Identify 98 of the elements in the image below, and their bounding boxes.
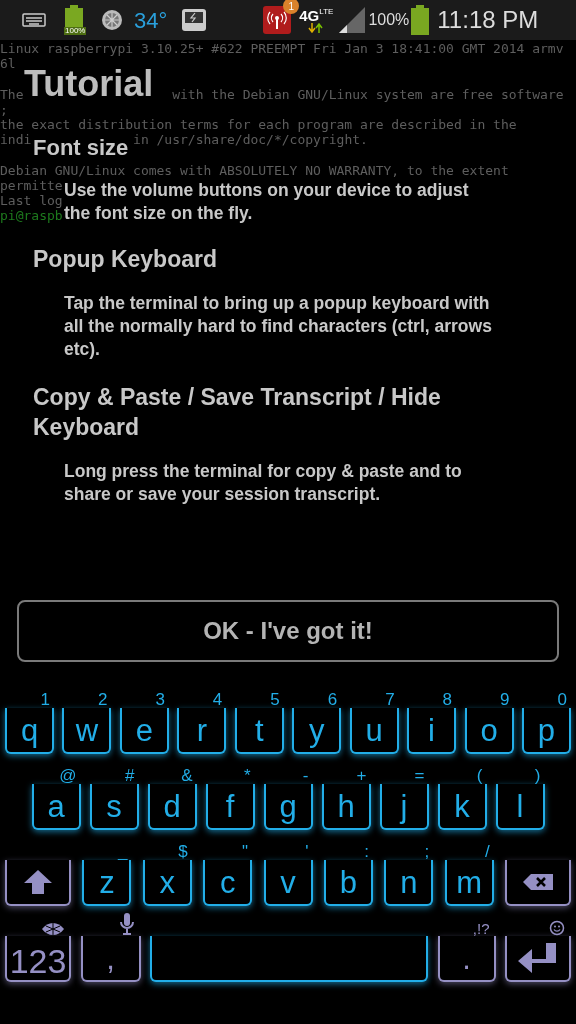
keyboard-icon [22, 13, 46, 27]
key-hint: 4 [212, 691, 223, 708]
key-hint: 6 [327, 691, 338, 708]
terminal-text: Last log [0, 192, 63, 209]
letter-key[interactable]: g [263, 784, 313, 830]
terminal-text: permitte [0, 177, 63, 193]
key-hint: @ [59, 767, 77, 784]
key-hint: 3 [155, 691, 165, 708]
enter-key[interactable] [505, 936, 571, 982]
key-hint: & [181, 767, 193, 784]
letter-key[interactable]: x [142, 860, 192, 906]
terminal-text: 6l [0, 56, 16, 72]
terminal-text: in /usr/share/doc/*/copyright. [133, 132, 368, 148]
terminal-text: Debian GNU/Linux comes with ABSOLUTELY NO WARRANTY, to the extent [0, 162, 509, 178]
terminal-text: indi [0, 132, 32, 148]
swirl-icon [41, 922, 65, 936]
key-hint: ) [534, 767, 541, 784]
section-text: Long press the terminal for copy & paste and to share or save your session transcript. [64, 460, 463, 506]
letter-key[interactable]: y [292, 708, 342, 754]
key-hint: 8 [442, 691, 453, 708]
key-hint: 2 [97, 691, 108, 708]
symbols-key[interactable]: 123 [5, 936, 71, 982]
key-hint: = [414, 767, 425, 784]
space-bar[interactable] [150, 936, 428, 982]
key-hint: ,!? [472, 921, 490, 936]
letter-key[interactable]: i [407, 708, 457, 754]
shift-key[interactable] [5, 860, 71, 906]
letter-key[interactable]: j [379, 784, 429, 830]
section-heading: Copy & Paste / Save Transcript / Hide Keyboard [33, 383, 442, 442]
letter-key[interactable]: d [147, 784, 197, 830]
key-hint: $ [178, 843, 188, 860]
notification-badge: 1 [283, 0, 300, 14]
key-hint: " [242, 843, 249, 860]
letter-key[interactable]: f [205, 784, 255, 830]
key-hint: + [356, 767, 367, 784]
battery-icon [411, 5, 430, 35]
key-hint: 1 [40, 691, 50, 708]
key-hint: 0 [557, 691, 567, 708]
letter-key[interactable]: a [31, 784, 81, 830]
key-hint: - [302, 767, 309, 784]
section-text: Use the volume buttons on your device to adjust the font size on the fly. [64, 179, 470, 225]
letter-key[interactable]: v [263, 860, 313, 906]
ok-button[interactable]: OK - I've got it! [17, 600, 559, 662]
letter-key[interactable]: c [203, 860, 253, 906]
letter-key[interactable]: k [437, 784, 487, 830]
terminal-text: Linux raspberrypi 3.10.25+ #622 PREEMPT Fri Jan 3 18:41:00 GMT 2014 armv [0, 41, 564, 57]
letter-key[interactable]: w [62, 708, 112, 754]
key-hint: 9 [500, 691, 510, 708]
citrus-icon [100, 8, 124, 32]
clock-text: 11:18 PM [437, 5, 539, 35]
key-hint: : [364, 843, 369, 860]
terminal-text: with the Debian GNU/Linux system are free software [172, 86, 564, 102]
battery-percent: 100% [64, 27, 87, 35]
period-key[interactable]: . [437, 936, 496, 982]
shift-arrow-icon [23, 869, 53, 895]
smiley-icon [549, 920, 565, 936]
microphone-icon [118, 912, 135, 936]
letter-key[interactable]: b [323, 860, 373, 906]
letter-key[interactable]: h [321, 784, 371, 830]
key-hint: # [125, 767, 135, 784]
terminal-text: the exact distribution terms for each program are described in the [0, 116, 517, 133]
letter-key[interactable]: l [495, 784, 545, 830]
key-hint: ; [424, 843, 430, 860]
tutorial-title: Tutorial [24, 66, 154, 102]
network-type: 4G [299, 7, 320, 23]
letter-key[interactable]: s [89, 784, 139, 830]
network-sub: LTE [319, 7, 334, 16]
letter-key[interactable]: m [444, 860, 494, 906]
key-hint: ' [305, 843, 309, 860]
terminal-text: pi@raspb [0, 208, 63, 224]
backspace-key[interactable] [505, 860, 571, 906]
section-heading: Font size [33, 136, 129, 160]
monitor-icon [181, 8, 208, 32]
letter-key[interactable]: o [464, 708, 514, 754]
terminal-text: ; [0, 101, 8, 117]
key-hint: 7 [385, 691, 395, 708]
key-hint: _ [117, 843, 128, 860]
key-hint: 5 [270, 691, 280, 708]
data-arrows-icon [308, 22, 325, 33]
comma-key[interactable]: , [80, 936, 141, 982]
key-hint: / [484, 843, 490, 860]
battery-percent: 100% [368, 10, 410, 30]
letter-key[interactable]: z [82, 860, 132, 906]
temperature-text: 34° [134, 6, 168, 35]
letter-key[interactable]: p [521, 708, 571, 754]
backspace-icon [522, 873, 554, 891]
section-heading: Popup Keyboard [33, 245, 217, 273]
terminal-text: The [0, 86, 24, 102]
letter-key[interactable]: u [349, 708, 399, 754]
letter-key[interactable]: q [5, 708, 54, 754]
letter-key[interactable]: n [384, 860, 434, 906]
signal-icon [339, 7, 366, 33]
letter-key[interactable]: e [119, 708, 169, 754]
letter-key[interactable]: r [177, 708, 227, 754]
section-text: Tap the terminal to bring up a popup keyboard with all the normally hard to find characters (ctrl, arrows etc). [64, 292, 493, 361]
letter-key[interactable]: t [234, 708, 284, 754]
key-hint: * [243, 767, 251, 784]
key-hint: ( [476, 767, 483, 784]
